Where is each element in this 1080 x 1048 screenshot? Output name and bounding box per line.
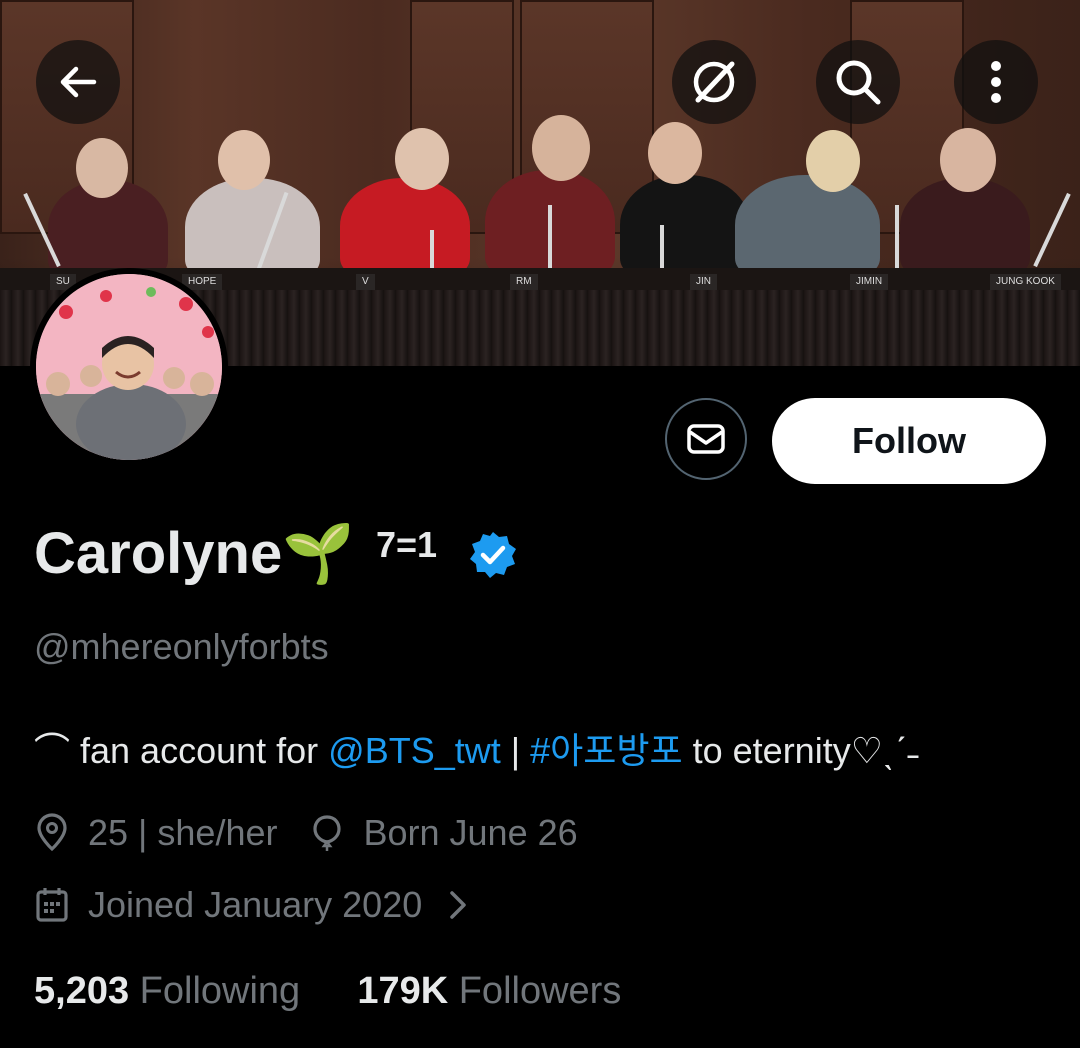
microphone bbox=[895, 205, 899, 270]
profile-stats: 5,203 Following 179K Followers bbox=[34, 970, 621, 1013]
display-name-suffix: 7=1 bbox=[376, 524, 438, 565]
calendar-icon bbox=[36, 888, 68, 922]
person-figure bbox=[620, 175, 750, 279]
arrow-left-icon bbox=[60, 66, 97, 98]
person-head bbox=[218, 130, 270, 190]
back-button[interactable] bbox=[36, 40, 120, 124]
name-plate: JIN bbox=[690, 274, 717, 290]
avatar[interactable] bbox=[30, 268, 228, 466]
followers-link[interactable]: 179K Followers bbox=[357, 970, 621, 1012]
chevron-right-icon bbox=[450, 891, 466, 919]
name-plate: RM bbox=[510, 274, 538, 290]
grok-slash-icon bbox=[693, 61, 735, 103]
person-figure bbox=[340, 178, 470, 278]
person-figure bbox=[900, 178, 1030, 278]
avatar-image bbox=[36, 274, 222, 460]
profile-meta-row: 25 | she/her Born June 26 bbox=[34, 812, 578, 854]
balloon-icon bbox=[313, 815, 342, 851]
person-head bbox=[940, 128, 996, 192]
following-count: 5,203 bbox=[34, 970, 130, 1012]
microphone bbox=[430, 230, 434, 270]
grok-button[interactable] bbox=[672, 40, 756, 124]
joined-row[interactable]: Joined January 2020 bbox=[34, 884, 470, 926]
display-name: Carolyne🌱 bbox=[34, 521, 355, 586]
microphone bbox=[1033, 192, 1071, 268]
following-label: Following bbox=[139, 970, 301, 1012]
verified-badge-icon[interactable] bbox=[468, 530, 518, 580]
person-head bbox=[648, 122, 702, 184]
microphone bbox=[548, 205, 552, 270]
bio-text: to eternity♡ˎˊ˗ bbox=[682, 730, 919, 771]
person-figure bbox=[185, 178, 320, 280]
profile-joined-date: Joined January 2020 bbox=[88, 884, 423, 925]
person-head bbox=[532, 115, 590, 181]
name-plate: JUNG KOOK bbox=[990, 274, 1061, 290]
person-head bbox=[76, 138, 128, 198]
following-link[interactable]: 5,203 Following bbox=[34, 970, 300, 1012]
message-button[interactable] bbox=[665, 398, 747, 480]
profile-bio: ⌒ fan account for @BTS_twt | #아포방포 to et… bbox=[34, 722, 919, 774]
bio-hashtag-link[interactable]: #아포방포 bbox=[530, 730, 683, 771]
profile-handle: @mhereonlyforbts bbox=[34, 626, 329, 667]
search-icon bbox=[836, 60, 881, 105]
mail-icon bbox=[687, 424, 725, 454]
person-head bbox=[395, 128, 449, 190]
more-button[interactable] bbox=[954, 40, 1038, 124]
followers-count: 179K bbox=[357, 970, 449, 1012]
person-figure bbox=[735, 175, 880, 279]
microphone bbox=[660, 225, 664, 270]
follow-button[interactable]: Follow bbox=[772, 398, 1046, 484]
person-head bbox=[806, 130, 860, 192]
bio-text: ⌒ fan account for bbox=[34, 730, 329, 771]
location-pin-icon bbox=[37, 813, 67, 852]
profile-birthday: Born June 26 bbox=[363, 812, 578, 853]
followers-label: Followers bbox=[458, 970, 622, 1012]
search-button[interactable] bbox=[816, 40, 900, 124]
profile-location: 25 | she/her bbox=[88, 812, 278, 853]
bio-mention-link[interactable]: @BTS_twt bbox=[328, 730, 501, 771]
name-plate: V bbox=[356, 274, 375, 290]
more-vertical-icon bbox=[991, 61, 1001, 103]
name-plate: JIMIN bbox=[850, 274, 889, 290]
bio-text: | bbox=[500, 730, 531, 771]
